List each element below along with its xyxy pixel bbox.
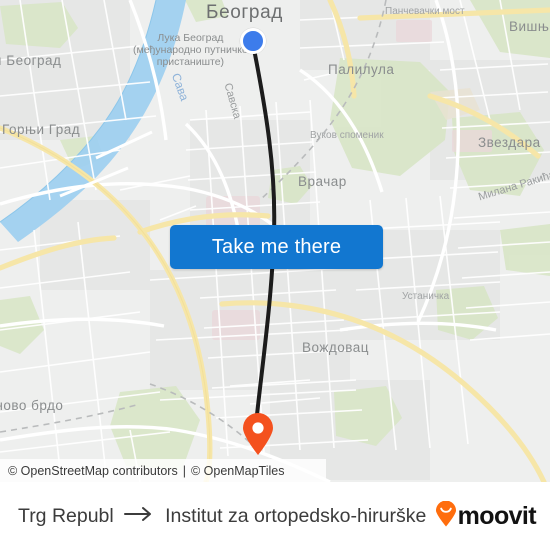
moovit-route-preview: БеоградНови БеоградЗемун Горњи ГрадПалил… — [0, 0, 550, 550]
attribution-osm[interactable]: © OpenStreetMap contributors — [8, 464, 178, 478]
route-origin-label: Trg Republi... — [18, 504, 114, 527]
destination-pin[interactable] — [241, 412, 275, 456]
attribution-tiles[interactable]: © OpenMapTiles — [191, 464, 285, 478]
take-me-there-button[interactable]: Take me there — [170, 225, 383, 269]
pin-icon — [243, 413, 273, 455]
arrow-right-icon — [124, 506, 154, 527]
map-canvas[interactable]: БеоградНови БеоградЗемун Горњи ГрадПалил… — [0, 0, 550, 482]
route-title: Trg Republi... Institut za ortopedsko-hi… — [18, 505, 427, 528]
route-destination-label: Institut za ortopedsko-hirurške bole... — [165, 504, 427, 527]
origin-dot[interactable] — [240, 28, 266, 54]
moovit-pin-icon — [435, 500, 457, 532]
bottom-bar: Trg Republi... Institut za ortopedsko-hi… — [0, 482, 550, 550]
moovit-logo[interactable]: moovit — [435, 500, 537, 532]
map-attribution: © OpenStreetMap contributors | © OpenMap… — [0, 459, 326, 482]
attribution-separator: | — [182, 463, 186, 478]
moovit-wordmark: moovit — [457, 501, 537, 530]
